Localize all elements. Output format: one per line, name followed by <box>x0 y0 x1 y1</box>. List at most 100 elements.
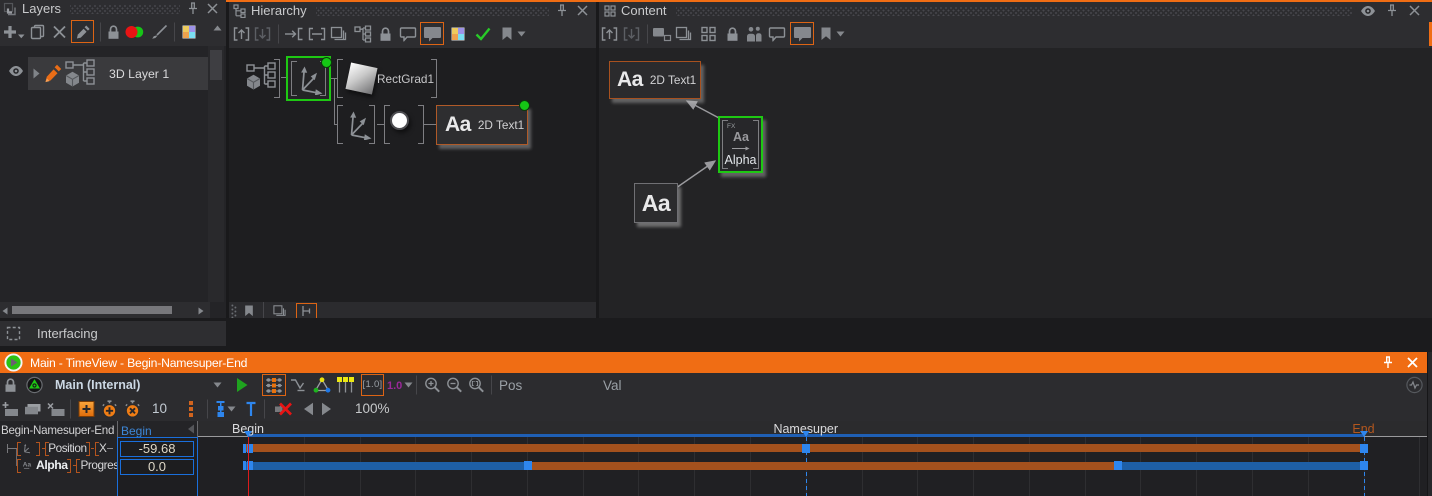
lock-node-button[interactable] <box>725 26 740 42</box>
time-pin-button[interactable] <box>245 401 257 417</box>
bookmark-button[interactable] <box>820 27 832 41</box>
layers-close-icon[interactable] <box>207 3 218 14</box>
layers-vscroll-thumb[interactable] <box>210 50 222 80</box>
arrange-grid-button[interactable] <box>701 26 716 41</box>
move-down-button[interactable] <box>623 26 640 41</box>
group-nodes-button[interactable] <box>675 26 692 42</box>
layer-row-3d-layer-1[interactable]: 3D Layer 1 <box>28 57 208 90</box>
content-canvas[interactable]: Aa 2D Text1 FX Aa Alpha Aa <box>599 48 1432 318</box>
bookmark-button[interactable] <box>501 27 513 41</box>
add-keyframe-button[interactable] <box>78 401 95 418</box>
move-up-button[interactable] <box>601 26 618 41</box>
insert-node-button[interactable] <box>284 27 304 41</box>
remove-clip-button[interactable] <box>46 402 65 417</box>
lock-node-button[interactable] <box>378 26 393 42</box>
motion-path-button[interactable] <box>313 377 331 393</box>
paint-layer-button[interactable] <box>151 24 168 40</box>
timeview-pin-icon[interactable] <box>1383 356 1393 369</box>
content-eye-icon[interactable] <box>1360 5 1376 17</box>
delete-layer-button[interactable] <box>52 24 67 39</box>
hierarchy-node-rectgrad[interactable] <box>345 62 379 96</box>
frame-count[interactable]: 10 <box>152 401 167 416</box>
hierarchy-node-2d-text[interactable]: Aa 2D Text1 <box>436 105 528 145</box>
timeline-key[interactable] <box>243 444 246 453</box>
statusbar-tbar-button-active[interactable] <box>296 303 317 319</box>
lock-timeline-button[interactable] <box>3 377 18 393</box>
clip-name[interactable]: Main (Internal) <box>55 378 140 392</box>
axis-icon[interactable] <box>345 108 372 140</box>
layers-horizontal-scrollbar[interactable] <box>0 302 210 318</box>
layer-state-button[interactable] <box>125 25 145 39</box>
add-layer-button[interactable] <box>2 24 25 40</box>
comment-button[interactable] <box>768 26 786 41</box>
edit-layer-button-active[interactable] <box>71 20 94 43</box>
scroll-right-icon[interactable] <box>198 307 204 315</box>
zoom-out-button[interactable] <box>446 377 463 394</box>
next-key-button[interactable] <box>321 402 332 416</box>
interfacing-panel-tab[interactable]: Interfacing <box>0 321 226 346</box>
timeline-key[interactable] <box>524 461 532 470</box>
loop-range-button-active[interactable]: [1.0] <box>361 374 384 396</box>
timeline-key[interactable] <box>1360 444 1368 453</box>
zoom-in-button[interactable] <box>424 377 441 394</box>
bookmark-dropdown-icon[interactable] <box>836 31 845 37</box>
curve-editor-button[interactable] <box>290 378 308 393</box>
duplicate-layer-button[interactable] <box>30 24 45 40</box>
layers-vertical-scrollbar[interactable] <box>208 46 224 302</box>
tree-view-button[interactable] <box>354 25 372 42</box>
content-node-alpha[interactable]: FX Aa Alpha <box>718 116 763 173</box>
clip-dropdown-icon[interactable] <box>213 382 222 388</box>
wrap-node-button[interactable] <box>308 27 326 41</box>
value-box-position-x[interactable]: -59.68 <box>120 441 194 457</box>
layers-drag-texture[interactable] <box>70 5 180 14</box>
scroll-left-icon[interactable] <box>2 307 8 315</box>
timeview-close-icon[interactable] <box>1407 357 1418 368</box>
hierarchy-close-icon[interactable] <box>577 5 588 16</box>
show-comments-button-active[interactable] <box>790 22 814 45</box>
timeline-key[interactable] <box>1114 461 1122 470</box>
timeline-key[interactable] <box>802 444 810 453</box>
clip-button[interactable] <box>24 402 42 416</box>
timeview-column-header[interactable]: Begin <box>121 424 152 438</box>
hierarchy-root-icon[interactable] <box>246 62 276 91</box>
hierarchy-canvas[interactable]: RectGrad1 Aa 2D Text1 <box>229 48 596 302</box>
rectgrad-label[interactable]: RectGrad1 <box>377 72 434 86</box>
add-clip-button[interactable] <box>1 401 20 417</box>
timeline-playhead[interactable] <box>248 437 249 496</box>
speed-dropdown-icon[interactable] <box>404 382 413 388</box>
scene-state-icon[interactable] <box>26 377 43 394</box>
color-palette-button[interactable] <box>182 25 196 39</box>
column-collapse-arrow-icon[interactable] <box>187 424 195 434</box>
group-nodes-button[interactable] <box>330 26 347 42</box>
move-up-button[interactable] <box>233 26 250 41</box>
content-drag-texture[interactable] <box>676 7 1352 16</box>
lock-layer-button[interactable] <box>106 24 121 40</box>
timeview-titlebar[interactable]: Main - TimeView - Begin-Namesuper-End <box>0 352 1427 373</box>
layers-hscroll-thumb[interactable] <box>12 306 172 314</box>
move-down-button[interactable] <box>254 26 271 41</box>
layers-pin-icon[interactable] <box>188 2 198 15</box>
scroll-up-icon[interactable] <box>213 25 222 31</box>
content-close-icon[interactable] <box>1409 5 1420 16</box>
speed-value[interactable]: 1.0 <box>387 380 402 392</box>
add-node-button[interactable] <box>652 26 672 42</box>
insert-key-dropdown-icon[interactable] <box>227 406 236 412</box>
mute-button[interactable] <box>274 401 293 417</box>
content-node-2d-text[interactable]: Aa 2D Text1 <box>609 61 701 99</box>
node-color-button[interactable] <box>451 27 465 41</box>
add-timer-button[interactable] <box>101 400 118 418</box>
timeline-track-area[interactable] <box>198 437 1427 496</box>
validate-button[interactable] <box>475 27 491 40</box>
timeline-bar-blue[interactable] <box>1118 462 1363 470</box>
insert-key-button[interactable] <box>215 401 226 418</box>
content-pin-icon[interactable] <box>1387 4 1397 17</box>
hierarchy-drag-texture[interactable] <box>316 7 549 16</box>
timeline-key[interactable] <box>1360 461 1368 470</box>
layer-expand-arrow-icon[interactable] <box>33 68 40 79</box>
content-node-aa[interactable]: Aa <box>634 183 678 223</box>
show-comments-button-active[interactable] <box>420 22 444 45</box>
performance-monitor-icon[interactable] <box>1406 377 1423 394</box>
timeline-key[interactable] <box>243 461 246 470</box>
statusbar-handle[interactable] <box>231 304 237 319</box>
prev-key-button[interactable] <box>303 402 314 416</box>
